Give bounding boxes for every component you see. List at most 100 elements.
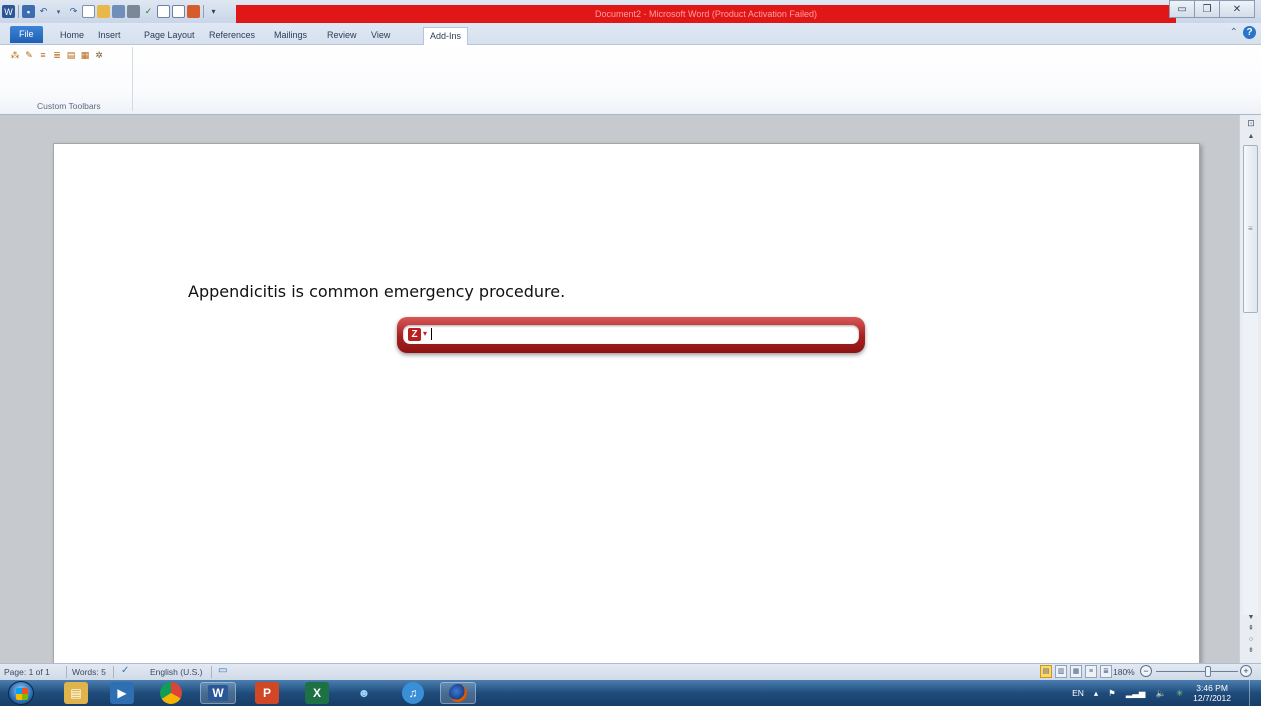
page-count[interactable]: Page: 1 of 1 [4, 667, 50, 677]
scroll-up-icon[interactable]: ▲ [1244, 131, 1258, 143]
minimize-ribbon-icon[interactable]: ⌃ [1230, 27, 1238, 38]
zotero-search-bar: Z ▾ [397, 317, 865, 353]
taskbar: ▤ ▶ W P X ☻ ♫ EN ▴ ⚑ ▂▃▅ 🔈 ✳ 3:46 PM 12/… [0, 680, 1261, 706]
spelling-icon[interactable]: ✓ [142, 5, 155, 18]
excel-icon[interactable]: X [305, 682, 329, 704]
document-page[interactable]: Appendicitis is common emergency procedu… [53, 143, 1200, 663]
status-separator [113, 666, 114, 678]
macro-recording-icon[interactable]: ▭ [218, 665, 227, 676]
itunes-icon[interactable]: ♫ [402, 682, 424, 704]
clock[interactable]: 3:46 PM 12/7/2012 [1193, 683, 1231, 703]
document-text[interactable]: Appendicitis is common emergency procedu… [188, 282, 565, 301]
status-bar: Page: 1 of 1 Words: 5 ✓ English (U.S.) ▭… [0, 663, 1261, 680]
print-preview-icon[interactable] [112, 5, 125, 18]
toolbar-tool-3-icon[interactable]: ≡ [38, 50, 48, 60]
help-area: ⌃ ? [1230, 26, 1256, 39]
window-title: Document2 - Microsoft Word (Product Acti… [236, 5, 1176, 23]
toolbar-tool-2-icon[interactable]: ✎ [24, 50, 34, 60]
group-separator [132, 47, 133, 111]
word-icon[interactable]: W [200, 682, 236, 704]
quick-access-toolbar: W ▪ ↶ ▾ ↷ ✓ ▾ [2, 3, 220, 20]
view-buttons: ▤ ▥ ▦ ≡ ≣ [1040, 665, 1112, 678]
save-icon[interactable]: ▪ [22, 5, 35, 18]
next-page-icon[interactable]: ⇟ [1244, 645, 1258, 657]
draw-table-icon[interactable] [172, 5, 185, 18]
tab-add-ins[interactable]: Add-Ins [423, 27, 469, 46]
tab-home[interactable]: Home [54, 27, 90, 45]
tab-review[interactable]: Review [321, 27, 363, 45]
group-label-custom-toolbars: Custom Toolbars [37, 101, 101, 111]
help-icon[interactable]: ? [1243, 26, 1256, 39]
status-separator [211, 666, 212, 678]
print-layout-view-button[interactable]: ▤ [1040, 665, 1052, 678]
insert-picture-icon[interactable] [187, 5, 200, 18]
vertical-scrollbar[interactable]: ⊡ ▲ ≡ ▼ ⇞ ○ ⇟ [1239, 115, 1261, 663]
status-separator [66, 666, 67, 678]
media-player-icon[interactable]: ▶ [110, 682, 134, 704]
proofing-icon[interactable]: ✓ [121, 665, 129, 676]
ruler-toggle-icon[interactable]: ⊡ [1244, 117, 1258, 129]
word-count[interactable]: Words: 5 [72, 667, 106, 677]
custom-toolbar-tools: ⁂ ✎ ≡ ≣ ▤ ▦ ✲ [10, 50, 104, 61]
customize-qat-icon[interactable]: ▾ [207, 5, 220, 18]
tab-view[interactable]: View [365, 27, 396, 45]
zoom-out-button[interactable]: − [1140, 665, 1152, 677]
full-screen-reading-button[interactable]: ▥ [1055, 665, 1067, 678]
tab-insert[interactable]: Insert [92, 27, 127, 45]
text-cursor [431, 328, 432, 340]
tray-app-icon[interactable]: ✳ [1176, 688, 1183, 699]
start-button[interactable] [8, 681, 34, 705]
action-center-flag-icon[interactable]: ⚑ [1108, 688, 1116, 699]
zoom-slider-track[interactable] [1156, 671, 1238, 672]
tab-page-layout[interactable]: Page Layout [138, 27, 201, 45]
show-hidden-icons[interactable]: ▴ [1094, 688, 1098, 699]
word-app-icon[interactable]: W [2, 5, 15, 18]
show-desktop-button[interactable] [1249, 680, 1261, 706]
outline-view-button[interactable]: ≡ [1085, 665, 1097, 678]
print-layout-icon[interactable] [157, 5, 170, 18]
qat-separator [203, 5, 204, 18]
print-icon[interactable] [127, 5, 140, 18]
title-bar: W ▪ ↶ ▾ ↷ ✓ ▾ Document2 - Microsoft Word… [0, 0, 1261, 23]
tab-mailings[interactable]: Mailings [268, 27, 313, 45]
zotero-search-input[interactable] [431, 326, 853, 342]
firefox-icon[interactable] [440, 682, 476, 704]
toolbar-tool-5-icon[interactable]: ▤ [66, 50, 76, 60]
zoom-in-button[interactable]: + [1240, 665, 1252, 677]
windows-live-icon[interactable]: ☻ [352, 682, 376, 704]
undo-icon[interactable]: ↶ [37, 5, 50, 18]
web-layout-button[interactable]: ▦ [1070, 665, 1082, 678]
powerpoint-icon[interactable]: P [255, 682, 279, 704]
language[interactable]: English (U.S.) [150, 667, 202, 677]
draft-view-button[interactable]: ≣ [1100, 665, 1112, 678]
undo-dropdown-icon[interactable]: ▾ [52, 5, 65, 18]
input-language[interactable]: EN [1072, 688, 1084, 698]
zotero-dropdown-icon[interactable]: ▾ [423, 329, 427, 338]
new-document-icon[interactable] [82, 5, 95, 18]
scroll-thumb[interactable]: ≡ [1243, 145, 1258, 313]
windows-explorer-icon[interactable]: ▤ [64, 682, 88, 704]
toolbar-tool-6-icon[interactable]: ▦ [80, 50, 90, 60]
tab-file[interactable]: File [10, 26, 43, 43]
clock-time: 3:46 PM [1196, 683, 1228, 693]
zoom-slider-thumb[interactable] [1205, 666, 1211, 677]
ribbon-tabs: File Home Insert Page Layout References … [0, 23, 1261, 46]
system-tray: EN ▴ ⚑ ▂▃▅ 🔈 ✳ 3:46 PM 12/7/2012 [1072, 680, 1261, 706]
network-icon[interactable]: ▂▃▅ [1126, 688, 1146, 699]
toolbar-tool-7-icon[interactable]: ✲ [94, 50, 104, 60]
zotero-search-field[interactable]: Z ▾ [403, 325, 859, 344]
zotero-logo-icon[interactable]: Z [408, 328, 421, 341]
close-button[interactable]: ✕ [1219, 0, 1255, 18]
volume-icon[interactable]: 🔈 [1155, 688, 1166, 699]
minimize-button[interactable]: ▭ [1169, 0, 1195, 18]
document-area: Appendicitis is common emergency procedu… [0, 115, 1239, 663]
toolbar-tool-1-icon[interactable]: ⁂ [10, 50, 20, 60]
redo-icon[interactable]: ↷ [67, 5, 80, 18]
toolbar-tool-4-icon[interactable]: ≣ [52, 50, 62, 60]
restore-button[interactable]: ❐ [1194, 0, 1220, 18]
tab-references[interactable]: References [203, 27, 261, 45]
zoom-level[interactable]: 180% [1113, 667, 1135, 677]
window-controls: ▭ ❐ ✕ [1169, 0, 1255, 18]
chrome-icon[interactable] [160, 682, 182, 704]
open-icon[interactable] [97, 5, 110, 18]
